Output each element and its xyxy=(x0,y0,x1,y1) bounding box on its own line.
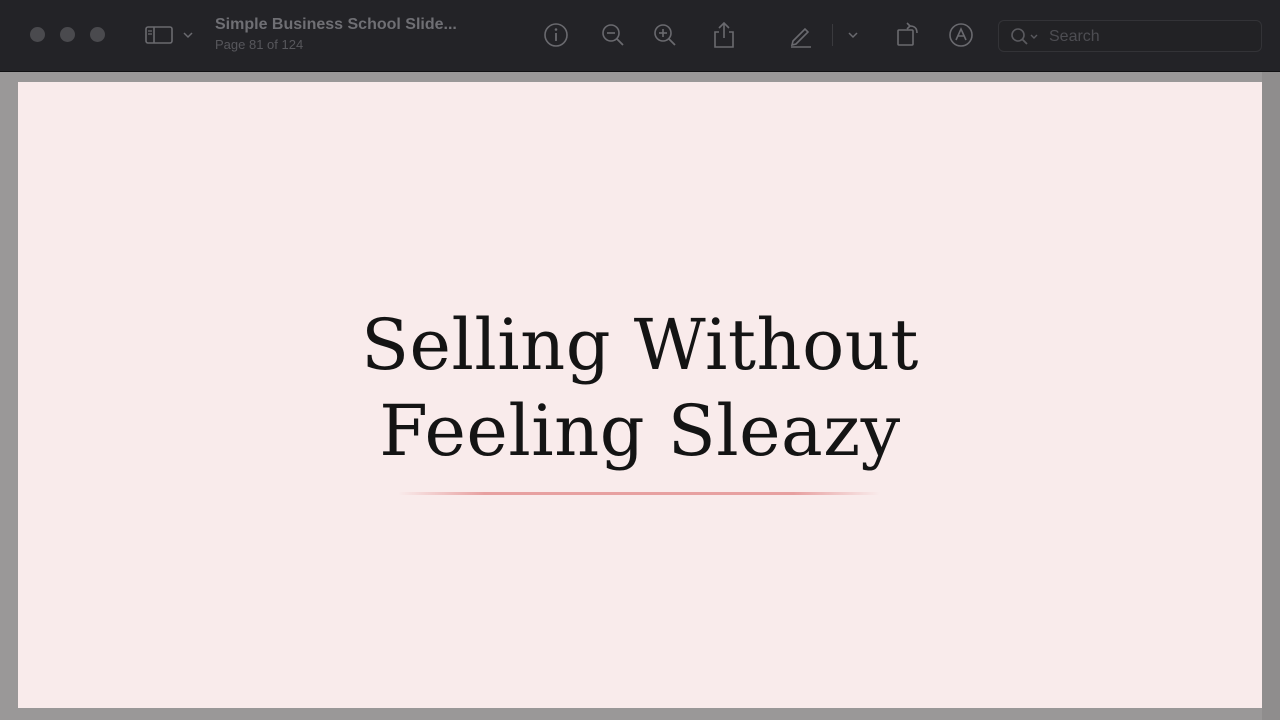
zoom-in-button[interactable] xyxy=(650,20,680,50)
zoom-in-icon xyxy=(654,24,676,46)
annotate-button[interactable] xyxy=(946,20,976,50)
chevron-down-icon xyxy=(848,32,858,39)
markup-options-button[interactable] xyxy=(842,20,864,50)
toolbar-divider xyxy=(832,24,833,46)
annotate-icon xyxy=(949,23,973,47)
zoom-out-icon xyxy=(602,24,624,46)
search-input[interactable] xyxy=(1047,26,1251,48)
search-field[interactable] xyxy=(998,20,1262,52)
zoom-window-button[interactable] xyxy=(90,27,105,42)
chevron-down-icon xyxy=(183,32,193,39)
document-title: Simple Business School Slide... xyxy=(215,16,457,33)
share-button[interactable] xyxy=(709,20,739,50)
info-icon xyxy=(544,23,568,47)
viewport-edge xyxy=(1262,72,1280,720)
rotate-button[interactable] xyxy=(893,20,923,50)
markup-button[interactable] xyxy=(786,20,816,50)
search-icon xyxy=(1011,28,1038,45)
slide-page: Selling Without Feeling Sleazy xyxy=(18,82,1262,708)
sidebar-toggle-icon xyxy=(145,26,173,44)
slide-title-line-2: Feeling Sleazy xyxy=(379,390,901,472)
title-underline xyxy=(398,492,880,495)
document-viewport[interactable]: Selling Without Feeling Sleazy xyxy=(0,72,1280,720)
sidebar-options-button[interactable] xyxy=(178,20,198,50)
rotate-icon xyxy=(897,22,918,46)
info-button[interactable] xyxy=(541,20,571,50)
page-indicator: Page 81 of 124 xyxy=(215,37,304,52)
minimize-window-button[interactable] xyxy=(60,27,75,42)
preview-window: Simple Business School Slide... Page 81 … xyxy=(0,0,1280,720)
slide-title: Selling Without Feeling Sleazy xyxy=(18,302,1262,474)
markup-pen-icon xyxy=(790,27,811,48)
close-window-button[interactable] xyxy=(30,27,45,42)
zoom-out-button[interactable] xyxy=(598,20,628,50)
share-icon xyxy=(714,21,734,48)
slide-title-line-1: Selling Without xyxy=(361,304,919,386)
sidebar-toggle-button[interactable] xyxy=(144,20,174,50)
toolbar: Simple Business School Slide... Page 81 … xyxy=(0,0,1280,72)
